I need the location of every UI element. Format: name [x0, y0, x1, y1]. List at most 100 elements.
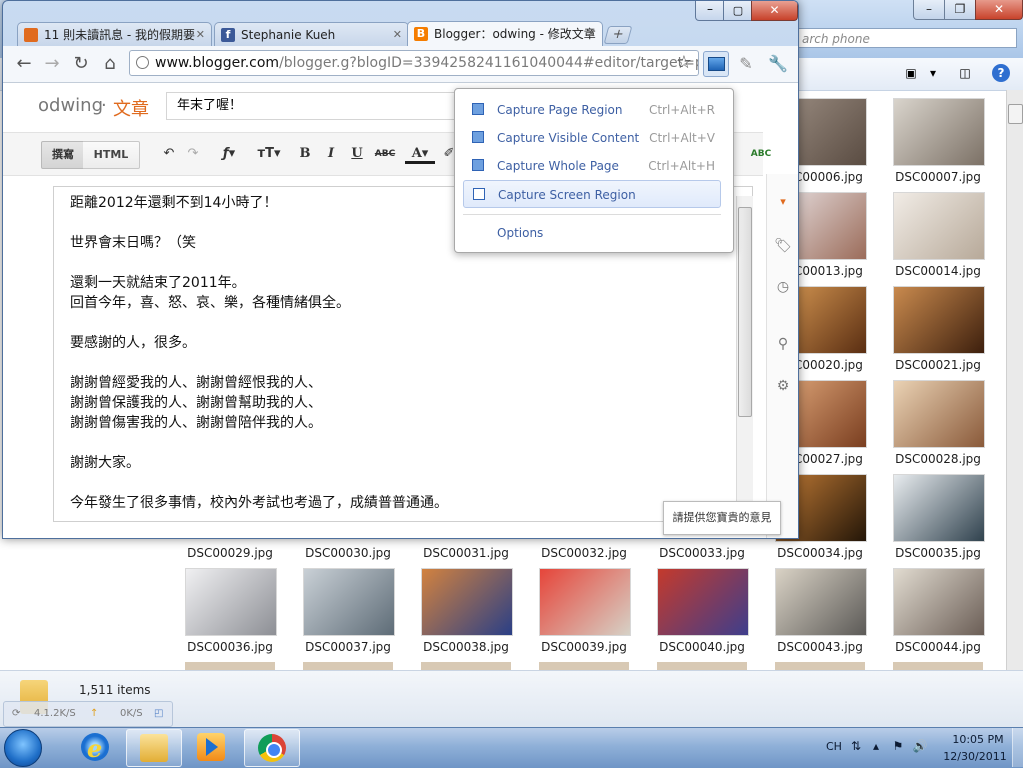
close-icon[interactable]: ✕ [196, 23, 205, 46]
chrome-maximize-button[interactable]: ▢ [723, 1, 753, 21]
blog-name[interactable]: odwing [38, 95, 103, 116]
thumbnail-filename[interactable]: DSC00029.jpg [175, 546, 285, 560]
thumbnail-filename[interactable]: DSC00021.jpg [883, 358, 993, 372]
clock-date[interactable]: 12/30/2011 [940, 750, 1010, 763]
thumbnail-filename[interactable]: DSC00039.jpg [529, 640, 639, 654]
help-icon[interactable]: ? [992, 64, 1010, 82]
thumbnail-filename[interactable]: DSC00040.jpg [647, 640, 757, 654]
thumbnail-filename[interactable]: DSC00028.jpg [883, 452, 993, 466]
close-icon[interactable]: ✕ [587, 22, 596, 46]
thumbnail-filename[interactable]: DSC00036.jpg [175, 640, 285, 654]
thumbnail-image[interactable] [893, 568, 985, 636]
collapse-arrow-icon[interactable]: ▾ [773, 192, 793, 212]
menu-item-capture-page-region[interactable]: Capture Page Region Ctrl+Alt+R [463, 96, 721, 124]
font-family-button[interactable]: ƒ▾ [215, 144, 243, 164]
tray-expand-icon[interactable]: ▴ [868, 738, 884, 754]
thumbnail-filename[interactable]: DSC00037.jpg [293, 640, 403, 654]
chrome-minimize-button[interactable]: – [695, 1, 725, 21]
new-tab-button[interactable]: + [603, 26, 633, 44]
reload-icon[interactable]: ↻ [70, 53, 92, 75]
editor-scroll-thumb[interactable] [738, 207, 752, 417]
menu-item-shortcut: Ctrl+Alt+H [648, 159, 715, 173]
thumbnail-image[interactable] [893, 98, 985, 166]
thumbnail-filename[interactable]: DSC00007.jpg [883, 170, 993, 184]
wrench-menu-icon[interactable]: 🔧 [767, 53, 789, 75]
menu-item-capture-whole-page[interactable]: Capture Whole Page Ctrl+Alt+H [463, 152, 721, 180]
explorer-scrollbar[interactable] [1006, 90, 1023, 670]
explorer-minimize-button[interactable]: – [913, 0, 945, 20]
italic-button[interactable]: I [321, 144, 341, 164]
tag-icon[interactable]: 🏷 [773, 236, 793, 256]
thumbnail-filename[interactable]: DSC00030.jpg [293, 546, 403, 560]
explorer-close-button[interactable]: ✕ [975, 0, 1023, 20]
taskbar-explorer-button[interactable] [126, 729, 182, 767]
strikethrough-button[interactable]: ABC [373, 144, 397, 164]
thumbnail-image[interactable] [303, 568, 395, 636]
explorer-scroll-thumb[interactable] [1008, 104, 1023, 124]
redo-icon[interactable]: ↷ [183, 144, 203, 164]
thumbnail-filename[interactable]: DSC00032.jpg [529, 546, 639, 560]
chrome-close-button[interactable]: ✕ [751, 1, 798, 21]
input-method-icon[interactable]: ⇅ [848, 738, 864, 754]
thumbnail-filename[interactable]: DSC00038.jpg [411, 640, 521, 654]
thumbnail-image[interactable] [775, 568, 867, 636]
thumbnail-image[interactable] [893, 380, 985, 448]
taskbar-chrome-button[interactable] [244, 729, 300, 767]
tab-facebook-messages[interactable]: 11 則未讀訊息 - 我的假期要 ✕ [17, 22, 212, 46]
html-mode-button[interactable]: HTML [83, 141, 140, 169]
address-bar[interactable]: www.blogger.com/blogger.g?blogID=3394258… [129, 50, 699, 76]
pencil-extension-icon[interactable]: ✎ [735, 53, 757, 75]
compose-mode-button[interactable]: 撰寫 [41, 141, 85, 169]
taskbar-media-player-button[interactable] [184, 729, 238, 765]
thumbnail-image[interactable] [893, 286, 985, 354]
thumbnail-filename[interactable]: DSC00035.jpg [883, 546, 993, 560]
font-size-button[interactable]: тT▾ [253, 144, 285, 164]
clock-icon[interactable]: ◷ [773, 277, 793, 297]
explorer-maximize-button[interactable]: ❐ [944, 0, 976, 20]
tab-stephanie-kueh[interactable]: f Stephanie Kueh ✕ [214, 22, 409, 46]
view-options-icon[interactable]: ▣ [902, 64, 920, 82]
thumbnail-filename[interactable]: DSC00031.jpg [411, 546, 521, 560]
menu-item-capture-visible-content[interactable]: Capture Visible Content Ctrl+Alt+V [463, 124, 721, 152]
home-icon[interactable]: ⌂ [99, 53, 121, 75]
clock-time[interactable]: 10:05 PM [948, 733, 1008, 746]
feedback-button[interactable]: 請提供您寶貴的意見 [663, 501, 781, 535]
explorer-search-input[interactable]: arch phone [797, 28, 1017, 48]
undo-icon[interactable]: ↶ [159, 144, 179, 164]
thumbnail-image[interactable] [893, 474, 985, 542]
thumbnail-filename[interactable]: DSC00033.jpg [647, 546, 757, 560]
close-icon[interactable]: ✕ [393, 23, 402, 46]
language-indicator[interactable]: CH [826, 740, 842, 753]
forward-arrow-icon[interactable]: → [41, 53, 63, 75]
spellcheck-button[interactable]: ABC [749, 144, 773, 164]
bold-button[interactable]: B [295, 144, 315, 164]
tab-blogger-editor[interactable]: B Blogger：odwing - 修改文章 ✕ [407, 21, 603, 46]
thumbnail-filename[interactable]: DSC00014.jpg [883, 264, 993, 278]
screen-capture-extension-button[interactable] [703, 51, 729, 77]
preview-pane-icon[interactable]: ◫ [956, 64, 974, 82]
taskbar-ie-button[interactable]: e [68, 729, 122, 765]
thumbnail-filename[interactable]: DSC00034.jpg [765, 546, 875, 560]
menu-item-options[interactable]: Options [463, 219, 721, 247]
chevron-down-icon[interactable]: ▾ [924, 64, 942, 82]
gear-icon[interactable]: ⚙ [773, 376, 793, 396]
menu-item-capture-screen-region[interactable]: Capture Screen Region [463, 180, 721, 208]
thumbnail-image[interactable] [657, 568, 749, 636]
thumbnail-filename[interactable]: DSC00043.jpg [765, 640, 875, 654]
thumbnail-image[interactable] [893, 192, 985, 260]
action-center-flag-icon[interactable]: ⚑ [890, 738, 906, 754]
facebook-icon: f [221, 28, 235, 42]
volume-icon[interactable]: 🔊 [912, 738, 928, 754]
location-pin-icon[interactable]: ⚲ [773, 334, 793, 354]
show-desktop-button[interactable] [1012, 728, 1023, 767]
text-color-button[interactable]: A▾ [405, 144, 435, 164]
back-arrow-icon[interactable]: ← [13, 53, 35, 75]
thumbnail-image[interactable] [185, 568, 277, 636]
thumbnail-image[interactable] [539, 568, 631, 636]
bookmark-star-icon[interactable]: ☆ [673, 51, 695, 75]
thumbnail-filename[interactable]: DSC00044.jpg [883, 640, 993, 654]
blog-section[interactable]: 文章 [113, 95, 149, 121]
underline-button[interactable]: U [347, 144, 367, 164]
start-button[interactable] [4, 729, 42, 767]
thumbnail-image[interactable] [421, 568, 513, 636]
